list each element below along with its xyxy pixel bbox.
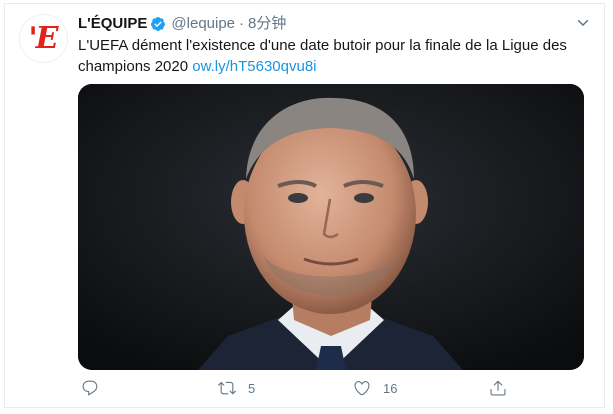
retweet-icon bbox=[218, 381, 236, 395]
share-icon bbox=[490, 380, 506, 396]
share-button[interactable] bbox=[489, 379, 507, 397]
timestamp[interactable]: 8分钟 bbox=[248, 14, 286, 34]
reply-button[interactable] bbox=[81, 379, 99, 397]
like-button[interactable]: 16 bbox=[353, 379, 397, 397]
tweet-body: L'UEFA dément l'existence d'une date but… bbox=[78, 37, 567, 75]
like-count: 16 bbox=[383, 380, 398, 396]
reply-icon bbox=[82, 380, 98, 396]
retweet-count: 5 bbox=[248, 380, 256, 396]
tweet-link[interactable]: ow.ly/hT5630qvu8i bbox=[192, 58, 316, 75]
tweet-header: L'ÉQUIPE @lequipe · 8分钟 bbox=[78, 14, 286, 34]
tweet-card[interactable]: 'E L'ÉQUIPE @lequipe · 8分钟 L'UEFA dément… bbox=[4, 3, 605, 408]
heart-icon bbox=[354, 381, 370, 396]
author-name[interactable]: L'ÉQUIPE bbox=[78, 14, 147, 34]
lequipe-logo: 'E bbox=[28, 20, 58, 56]
tweet-actions: 5 16 bbox=[78, 376, 508, 400]
tweet-text: L'UEFA dément l'existence d'une date but… bbox=[78, 35, 583, 77]
avatar[interactable]: 'E bbox=[19, 14, 68, 63]
separator-dot: · bbox=[239, 15, 245, 32]
tweet-media-photo[interactable] bbox=[78, 84, 584, 370]
portrait-photo bbox=[78, 84, 584, 370]
retweet-button[interactable]: 5 bbox=[218, 379, 255, 397]
author-handle[interactable]: @lequipe bbox=[171, 14, 235, 34]
chevron-down-icon[interactable] bbox=[574, 14, 592, 32]
verified-badge-icon bbox=[151, 17, 166, 31]
